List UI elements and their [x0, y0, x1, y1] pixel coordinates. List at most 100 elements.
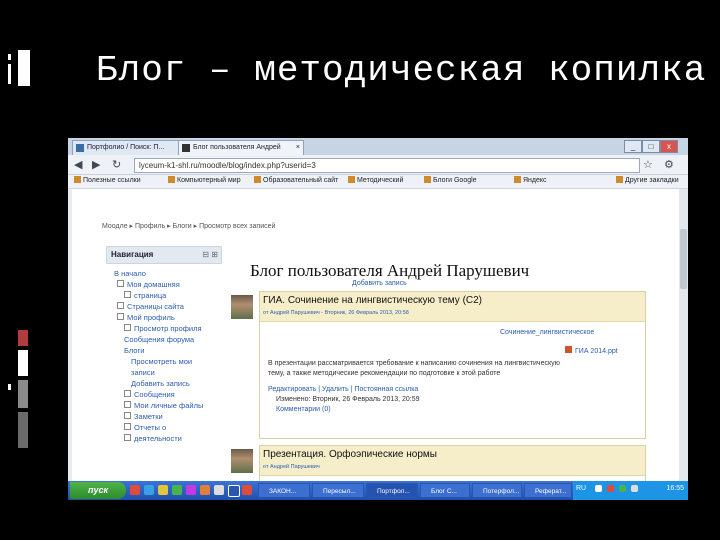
- tray-icon[interactable]: [607, 485, 614, 492]
- nav-item[interactable]: Мои личные файлы: [106, 400, 222, 411]
- nav-item-label: Просмотр профиля: [134, 324, 202, 333]
- deco-bar: [18, 50, 30, 86]
- taskbar-item[interactable]: Блог С...: [420, 483, 470, 498]
- attachment-link[interactable]: Сочинение_лингвистическое: [500, 329, 594, 336]
- bullet-icon: [124, 434, 131, 441]
- page-scrollbar[interactable]: [679, 189, 688, 481]
- url-input[interactable]: lyceum-k1-shl.ru/moodle/blog/index.php?u…: [134, 158, 640, 173]
- avatar[interactable]: [231, 295, 253, 319]
- post-meta[interactable]: от Андрей Парушевич - Вторник, 26 Феврал…: [263, 310, 409, 316]
- nav-item[interactable]: записи: [106, 367, 222, 378]
- tray-icon[interactable]: [619, 485, 626, 492]
- close-window-button[interactable]: x: [660, 140, 678, 153]
- attachment-link[interactable]: ГИА 2014.ppt: [565, 346, 618, 355]
- quicklaunch-icon[interactable]: [214, 485, 224, 495]
- taskbar-item[interactable]: Портфол...: [366, 483, 418, 498]
- post-meta[interactable]: от Андрей Парушевич: [263, 464, 320, 470]
- bookmark-label: Компьютерный мир: [177, 177, 241, 184]
- tray-icon[interactable]: [595, 485, 602, 492]
- bookmark-icon: [74, 176, 81, 183]
- post-title: Презентация. Орфоэпические нормы: [263, 449, 437, 460]
- file-icon: [565, 346, 572, 353]
- wrench-icon[interactable]: ⚙: [664, 158, 674, 171]
- tab-portfolio[interactable]: Портфолио / Поиск: П... ×: [72, 140, 192, 156]
- add-entry-link[interactable]: Добавить запись: [352, 280, 407, 287]
- bookmark-item[interactable]: Яндекс: [514, 176, 547, 184]
- post-actions[interactable]: Редактировать | Удалить | Постоянная ссы…: [268, 386, 418, 393]
- nav-item[interactable]: Сообщения: [106, 389, 222, 400]
- taskbar-item[interactable]: Пересыл...: [312, 483, 364, 498]
- other-bookmarks[interactable]: Другие закладки: [616, 176, 679, 184]
- nav-item[interactable]: Моя домашняя: [106, 279, 222, 290]
- deco-bar: [8, 64, 11, 84]
- nav-item[interactable]: Сообщения форума: [106, 334, 222, 345]
- quicklaunch-icon[interactable]: [186, 485, 196, 495]
- bullet-icon: [117, 280, 124, 287]
- comments-link[interactable]: Комментарии (0): [276, 406, 331, 413]
- avatar[interactable]: [231, 449, 253, 473]
- tab-label: Блог пользователя Андрей: [193, 144, 281, 151]
- nav-item-label: Добавить запись: [131, 379, 190, 388]
- bookmark-icon: [254, 176, 261, 183]
- bookmark-icon: [168, 176, 175, 183]
- nav-item[interactable]: Заметки: [106, 411, 222, 422]
- post-title: ГИА. Сочинение на лингвистическую тему (…: [263, 295, 483, 306]
- taskbar-item[interactable]: ЗАКОН...: [258, 483, 310, 498]
- block-controls-icon[interactable]: ⊟ ⊞: [202, 247, 218, 263]
- nav-item-label: страница: [134, 291, 167, 300]
- start-button[interactable]: пуск: [70, 482, 126, 499]
- nav-item-label: Сообщения форума: [124, 335, 195, 344]
- tray-icon[interactable]: [631, 485, 638, 492]
- taskbar-item[interactable]: Реферат...: [524, 483, 572, 498]
- nav-item-label: Моя домашняя: [127, 280, 180, 289]
- nav-item[interactable]: В начало: [106, 268, 222, 279]
- bookmarks-bar: Полезные ссылки Компьютерный мир Образов…: [68, 175, 688, 189]
- quicklaunch-icon[interactable]: [200, 485, 210, 495]
- language-indicator[interactable]: RU: [576, 485, 586, 492]
- nav-item[interactable]: Блоги: [106, 345, 222, 356]
- maximize-button[interactable]: □: [642, 140, 660, 153]
- nav-item[interactable]: Добавить запись: [106, 378, 222, 389]
- nav-item-label: Просмотреть мои: [131, 357, 193, 366]
- forward-arrow-icon[interactable]: ▶: [92, 158, 100, 171]
- nav-item-label: Сообщения: [134, 390, 175, 399]
- taskbar: пуск ЗАКОН... Пересыл... Портфол... Блог…: [68, 481, 688, 500]
- minimize-button[interactable]: _: [624, 140, 642, 153]
- nav-item[interactable]: Мой профиль: [106, 312, 222, 323]
- page-title: Блог пользователя Андрей Парушевич: [250, 261, 530, 280]
- reload-icon[interactable]: ↻: [112, 158, 121, 171]
- nav-item[interactable]: Просмотр профиля: [106, 323, 222, 334]
- quicklaunch-icon[interactable]: [158, 485, 168, 495]
- bullet-icon: [124, 324, 131, 331]
- quicklaunch-icon[interactable]: [130, 485, 140, 495]
- nav-item[interactable]: Отчеты о: [106, 422, 222, 433]
- tab-blog[interactable]: Блог пользователя Андрей ×: [178, 140, 304, 156]
- bookmark-item[interactable]: Полезные ссылки: [74, 176, 141, 184]
- bookmark-label: Образовательный сайт: [263, 177, 339, 184]
- taskbar-item[interactable]: Потерфол...: [472, 483, 522, 498]
- star-icon[interactable]: ☆: [643, 158, 653, 171]
- bookmark-icon: [514, 176, 521, 183]
- quicklaunch-icon[interactable]: [172, 485, 182, 495]
- nav-item[interactable]: Просмотреть мои: [106, 356, 222, 367]
- navigation-list: В начало Моя домашняя страница Страницы сай…: [106, 264, 222, 444]
- bookmark-label: Блоги Google: [433, 177, 477, 184]
- quicklaunch-icon[interactable]: [242, 485, 252, 495]
- bookmark-item[interactable]: Компьютерный мир: [168, 176, 241, 184]
- bookmark-item[interactable]: Методический: [348, 176, 403, 184]
- nav-item[interactable]: страница: [106, 290, 222, 301]
- nav-item[interactable]: деятельности: [106, 433, 222, 444]
- nav-item-label: деятельности: [134, 434, 182, 443]
- close-icon[interactable]: ×: [296, 141, 300, 155]
- back-arrow-icon[interactable]: ◀: [74, 158, 82, 171]
- nav-item-label: записи: [131, 368, 155, 377]
- nav-item[interactable]: Страницы сайта: [106, 301, 222, 312]
- clock: 16:55: [666, 485, 684, 492]
- bullet-icon: [124, 390, 131, 397]
- quicklaunch-icon[interactable]: [228, 485, 240, 497]
- bookmark-item[interactable]: Образовательный сайт: [254, 176, 338, 184]
- bookmark-item[interactable]: Блоги Google: [424, 176, 477, 184]
- quicklaunch-icon[interactable]: [144, 485, 154, 495]
- web-page: Моодле ▸ Профиль ▸ Блоги ▸ Просмотр всех…: [72, 189, 679, 487]
- scrollbar-thumb[interactable]: [680, 229, 687, 289]
